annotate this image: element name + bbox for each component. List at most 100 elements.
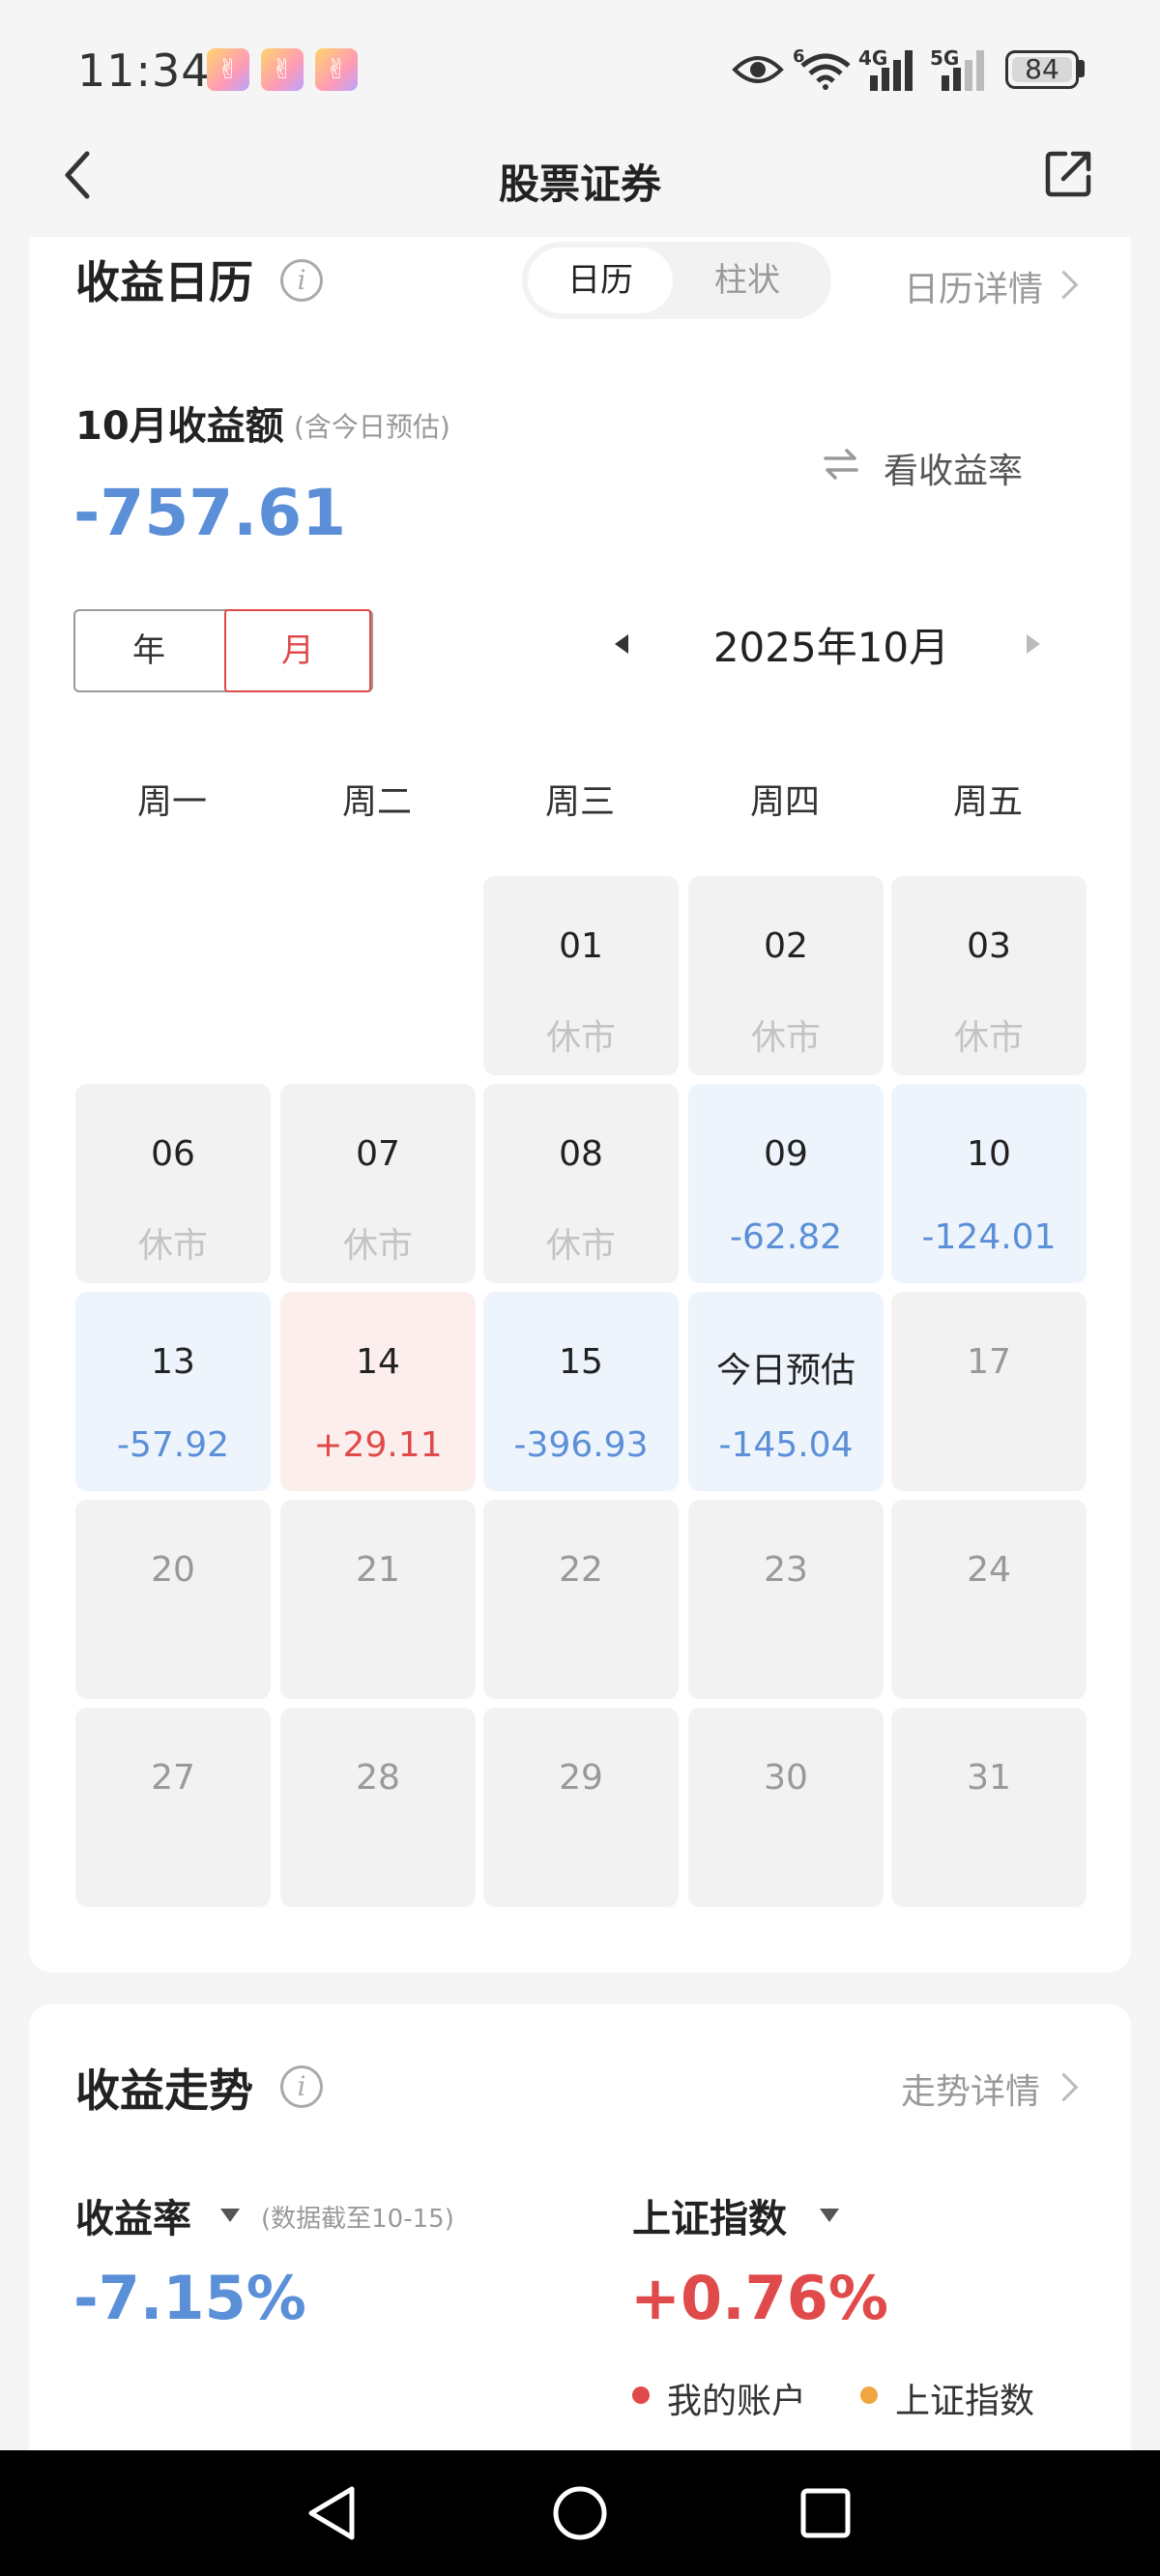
calendar-day-date: 06: [151, 1134, 195, 1174]
notification-app-icon: ✌: [261, 48, 304, 91]
calendar-day-cell[interactable]: 20: [75, 1500, 271, 1699]
calendar-day-cell[interactable]: 08 休市: [483, 1084, 679, 1283]
calendar-day-cell[interactable]: 今日预估 -145.04: [688, 1292, 884, 1491]
calendar-day-date: 23: [764, 1550, 808, 1590]
calendar-day-date: 22: [559, 1550, 603, 1590]
wifi-icon: [800, 53, 851, 90]
notification-app-icon: ✌: [315, 48, 358, 91]
calendar-day-cell[interactable]: 02 休市: [688, 876, 884, 1075]
calendar-day-cell[interactable]: 21: [280, 1500, 476, 1699]
info-icon[interactable]: i: [280, 2065, 323, 2108]
calendar-day-date: 08: [559, 1134, 603, 1174]
calendar-day-cell[interactable]: 10 -124.01: [891, 1084, 1087, 1283]
weekday-fri: 周五: [952, 782, 1023, 822]
calendar-day-cell[interactable]: 03 休市: [891, 876, 1087, 1075]
calendar-section-title: 收益日历: [75, 256, 253, 308]
month-profit-total: -757.61: [73, 476, 347, 550]
calendar-day-cell[interactable]: 28: [280, 1708, 476, 1907]
day-profit-value: -396.93: [513, 1425, 649, 1465]
battery-icon: 84: [1005, 50, 1079, 89]
profit-rate-note: (数据截至10-15): [261, 2205, 454, 2234]
legend-dot-index: [860, 2386, 878, 2404]
system-nav-bar: [0, 2450, 1160, 2576]
tab-bar-chart[interactable]: 柱状: [675, 248, 820, 313]
profit-rate-label[interactable]: 收益率: [75, 2187, 191, 2243]
calendar-day-cell[interactable]: 23: [688, 1500, 884, 1699]
weekday-tue: 周二: [341, 782, 412, 822]
calendar-day-date: 14: [356, 1342, 400, 1382]
dropdown-icon[interactable]: [220, 2209, 240, 2222]
eye-comfort-icon: [732, 56, 784, 83]
battery-level: 84: [1025, 53, 1059, 85]
calendar-day-date: 10: [967, 1134, 1011, 1174]
market-closed-label: 休市: [750, 1018, 821, 1058]
calendar-detail-link[interactable]: 日历详情: [904, 261, 1043, 311]
calendar-day-date: 31: [967, 1758, 1011, 1798]
system-back-icon[interactable]: [275, 2450, 391, 2576]
signal-strength-icon: [870, 50, 913, 91]
market-closed-label: 休市: [545, 1018, 616, 1058]
page-title: 股票证券: [498, 161, 661, 208]
calendar-day-cell[interactable]: 14 +29.11: [280, 1292, 476, 1491]
calendar-day-cell[interactable]: 22: [483, 1500, 679, 1699]
calendar-day-date: 02: [764, 926, 808, 966]
calendar-day-cell[interactable]: 15 -396.93: [483, 1292, 679, 1491]
period-year-button[interactable]: 年: [75, 611, 222, 690]
view-profit-rate-link[interactable]: 看收益率: [884, 443, 1023, 493]
signal-strength-icon: [942, 50, 984, 91]
period-month-button[interactable]: 月: [224, 609, 371, 692]
status-time: 11:34: [77, 44, 211, 97]
calendar-day-date: 01: [559, 926, 603, 966]
market-closed-label: 休市: [342, 1226, 413, 1266]
calendar-day-date: 17: [967, 1342, 1011, 1382]
index-value: +0.76%: [630, 2263, 889, 2333]
day-profit-value: -57.92: [116, 1425, 230, 1465]
calendar-day-cell[interactable]: 31: [891, 1708, 1087, 1907]
calendar-day-date: 今日预估: [715, 1351, 856, 1390]
calendar-day-cell[interactable]: 09 -62.82: [688, 1084, 884, 1283]
calendar-day-cell[interactable]: 17: [891, 1292, 1087, 1491]
market-closed-label: 休市: [953, 1018, 1024, 1058]
legend-index: 上证指数: [895, 2382, 1035, 2421]
calendar-day-cell[interactable]: 27: [75, 1708, 271, 1907]
calendar-day-cell[interactable]: 01 休市: [483, 876, 679, 1075]
dropdown-icon[interactable]: [820, 2209, 839, 2222]
prev-month-icon[interactable]: [615, 634, 628, 654]
tab-calendar[interactable]: 日历: [528, 248, 673, 313]
system-recents-icon[interactable]: [768, 2450, 884, 2576]
weekday-thu: 周四: [749, 782, 820, 822]
calendar-day-date: 09: [764, 1134, 808, 1174]
calendar-day-date: 29: [559, 1758, 603, 1798]
weekday-wed: 周三: [544, 782, 615, 822]
view-segmented-control: 日历 柱状: [522, 242, 831, 319]
trend-section-title: 收益走势: [75, 2064, 253, 2117]
calendar-day-date: 27: [151, 1758, 195, 1798]
profit-rate-value: -7.15%: [73, 2263, 306, 2333]
calendar-day-date: 24: [967, 1550, 1011, 1590]
calendar-day-cell[interactable]: 06 休市: [75, 1084, 271, 1283]
market-closed-label: 休市: [545, 1226, 616, 1266]
calendar-day-cell[interactable]: 24: [891, 1500, 1087, 1699]
info-icon[interactable]: i: [280, 259, 323, 302]
calendar-day-date: 07: [356, 1134, 400, 1174]
swap-arrows-icon[interactable]: [822, 447, 860, 482]
trend-detail-link[interactable]: 走势详情: [901, 2064, 1040, 2114]
status-bar: 11:34 ✌ ✌ ✌ 6 4G 5G 84: [0, 0, 1160, 140]
calendar-day-cell[interactable]: 13 -57.92: [75, 1292, 271, 1491]
calendar-day-date: 28: [356, 1758, 400, 1798]
day-profit-value: -124.01: [921, 1217, 1057, 1257]
calendar-day-cell[interactable]: 30: [688, 1708, 884, 1907]
system-home-icon[interactable]: [522, 2450, 638, 2576]
month-profit-note: (含今日预估): [294, 411, 450, 443]
calendar-day-date: 21: [356, 1550, 400, 1590]
top-nav-bar: 股票证券: [0, 140, 1160, 237]
notification-app-icon: ✌: [207, 48, 249, 91]
share-external-icon[interactable]: [1044, 148, 1094, 198]
legend-dot-account: [632, 2386, 650, 2404]
calendar-day-cell[interactable]: 07 休市: [280, 1084, 476, 1283]
period-toggle: 年 月: [73, 609, 373, 692]
calendar-day-cell[interactable]: 29: [483, 1708, 679, 1907]
index-label[interactable]: 上证指数: [632, 2187, 787, 2243]
next-month-icon[interactable]: [1027, 634, 1040, 654]
legend-account: 我的账户: [667, 2382, 807, 2421]
